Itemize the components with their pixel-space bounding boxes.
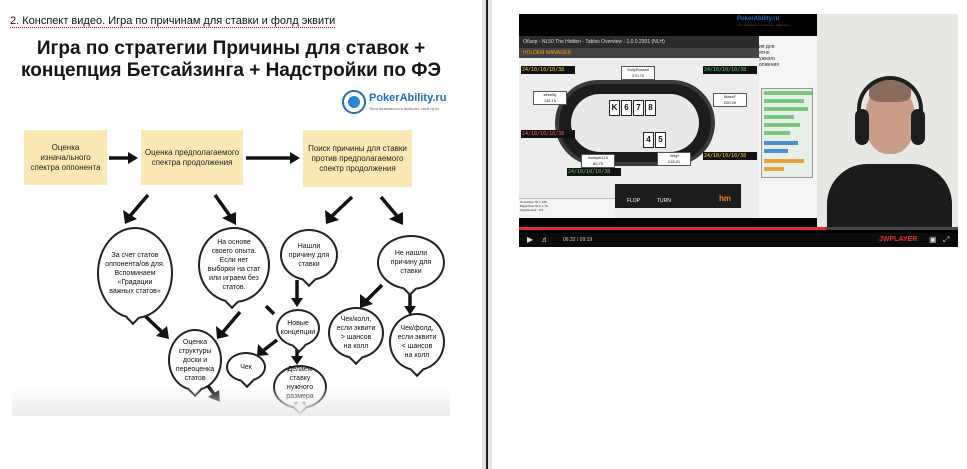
arrow-3	[128, 193, 150, 218]
hud-stats-3: 24/10/10/10/38	[521, 130, 575, 138]
hud-stats-1-text: 24/10/10/10/38	[522, 67, 565, 73]
fullscreen-icon[interactable]: ⤢	[943, 236, 949, 244]
arrow-5	[330, 195, 354, 218]
bubble-check-fold: Чек/фолд, если эквити < шансов на колл	[389, 313, 445, 371]
seat-2: SullyRussell 270.70	[621, 66, 655, 80]
replayer-controls: FLOP TURN hm	[615, 184, 741, 208]
hud-stats-4: 24/10/10/10/38	[703, 152, 757, 160]
poker-table: K 6 7 8 4 5	[555, 80, 715, 166]
board-card-3: 7	[633, 100, 644, 116]
range-grid	[761, 88, 813, 178]
bubble-check-call: Чек/колл, если эквити > шансов на колл	[328, 307, 384, 359]
slide: Игра по стратегии Причины для ставок + к…	[12, 30, 450, 416]
side-logo-tagline: Твоя возможность выбрать свой путь!	[737, 23, 790, 27]
side-text: ия для ятно ужного олжения	[759, 44, 779, 68]
play-icon[interactable]: ▶	[527, 236, 533, 244]
flop-label[interactable]: FLOP	[627, 198, 640, 204]
headphones-band-icon	[857, 76, 923, 112]
arrow-8	[262, 338, 279, 352]
screen: 2. Конспект видео. Игра по причинам для …	[0, 0, 967, 469]
seat-5: Anstyle123 80.79	[581, 154, 615, 168]
hud-stats-5-text: 24/10/10/10/38	[568, 169, 611, 175]
arrow-10	[365, 283, 384, 302]
turn-label[interactable]: TURN	[657, 198, 671, 204]
seat-4: Jesyl 218.21	[657, 152, 691, 166]
board-card-4: 8	[645, 100, 656, 116]
arrow-2-head	[290, 152, 300, 164]
seat-3: MaxxF 200.00	[713, 93, 747, 107]
jwplayer-brand: JWPLAYER	[879, 236, 918, 243]
bubble-own-experience: На основе своего опыта. Если нет выборки…	[198, 227, 270, 303]
volume-icon[interactable]: ♬	[541, 236, 549, 244]
hud-stats-1: 24/10/10/10/38	[521, 66, 575, 74]
video-progress-track[interactable]	[519, 227, 958, 230]
board-card-2: 6	[621, 100, 632, 116]
hm-brand-badge: hm	[719, 194, 731, 203]
bubble-board-structure: Оценка структуры доски и переоценка стат…	[168, 329, 222, 391]
arrow-15	[264, 304, 276, 316]
arrow-6	[379, 195, 399, 218]
hand-history-log: NLHoldem 50 1.25$ BiggerFish NLH 1.75 Su…	[519, 198, 615, 218]
document-caption: 2. Конспект видео. Игра по причинам для …	[10, 15, 336, 28]
presenter-body	[827, 164, 952, 227]
hud-stats-3-text: 24/10/10/10/38	[522, 131, 565, 137]
page-divider-line	[486, 0, 488, 469]
arrow-4	[213, 193, 232, 218]
webcam-feed	[817, 14, 958, 227]
box-bet-reason: Поиск причины для ставки против предпола…	[303, 130, 412, 187]
captions-icon[interactable]: ▣	[929, 236, 937, 244]
log-line-3: SullyRussell - 8.6...	[520, 208, 546, 212]
box-continue-range: Оценка предполагаемого спектра продолжен…	[141, 130, 243, 185]
arrow-7-head	[291, 298, 303, 307]
player-control-bar: ▶ ♬ 06:32 / 09:19 JWPLAYER ▣ ⤢	[519, 233, 958, 247]
board-card-1: K	[609, 100, 620, 116]
video-player[interactable]: Обзор - NL50 The Hidden - Tables Overvie…	[519, 14, 958, 247]
poker-screen: Обзор - NL50 The Hidden - Tables Overvie…	[519, 36, 759, 218]
hud-stats-2-text: 24/10/10/10/38	[704, 67, 747, 73]
seat-1: sfreetty 110.15	[533, 91, 567, 105]
slide-bottom-band	[12, 386, 450, 416]
seat-5-stack: 80.79	[592, 161, 603, 166]
hud-stats-4-text: 24/10/10/10/38	[704, 153, 747, 159]
poker-window-titlebar: Обзор - NL50 The Hidden - Tables Overvie…	[519, 36, 759, 48]
range-grid-cells	[764, 91, 812, 171]
caption-text: 2. Конспект видео. Игра по причинам для …	[10, 15, 336, 28]
headphones-right-icon	[911, 109, 925, 145]
seat-1-stack: 110.15	[544, 98, 556, 103]
hud-stats-5: 24/10/10/10/38	[567, 168, 621, 176]
hero-card-1: 4	[643, 132, 654, 148]
bubble-opponent-stats: За счет статов оппонента/ов для. Вспомин…	[97, 227, 173, 319]
headphones-left-icon	[855, 109, 869, 145]
bubble-reason-not-found: Не нашли причину для ставки	[377, 235, 445, 290]
side-logo-name: PokerAbility.ru	[737, 16, 780, 22]
seat-2-stack: 270.70	[631, 73, 645, 78]
hud-stats-2: 24/10/10/10/38	[703, 66, 757, 74]
seat-3-stack: 200.00	[723, 100, 737, 105]
bubble-reason-found: Нашли причину для ставки	[280, 229, 338, 281]
box-initial-range: Оценка изначального спектра оппонента	[24, 130, 107, 185]
seat-4-stack: 218.21	[667, 159, 681, 164]
poker-app-brand: HOLDEM MANAGER	[519, 48, 759, 58]
video-time: 06:32 / 09:19	[563, 237, 593, 243]
bubble-new-concepts: Новые концепции	[276, 309, 320, 347]
hero-card-2: 5	[655, 132, 666, 148]
arrow-1-head	[128, 152, 138, 164]
video-progress-fill	[519, 227, 827, 230]
arrow-13	[221, 310, 242, 334]
bubble-check: Чек	[226, 352, 266, 382]
